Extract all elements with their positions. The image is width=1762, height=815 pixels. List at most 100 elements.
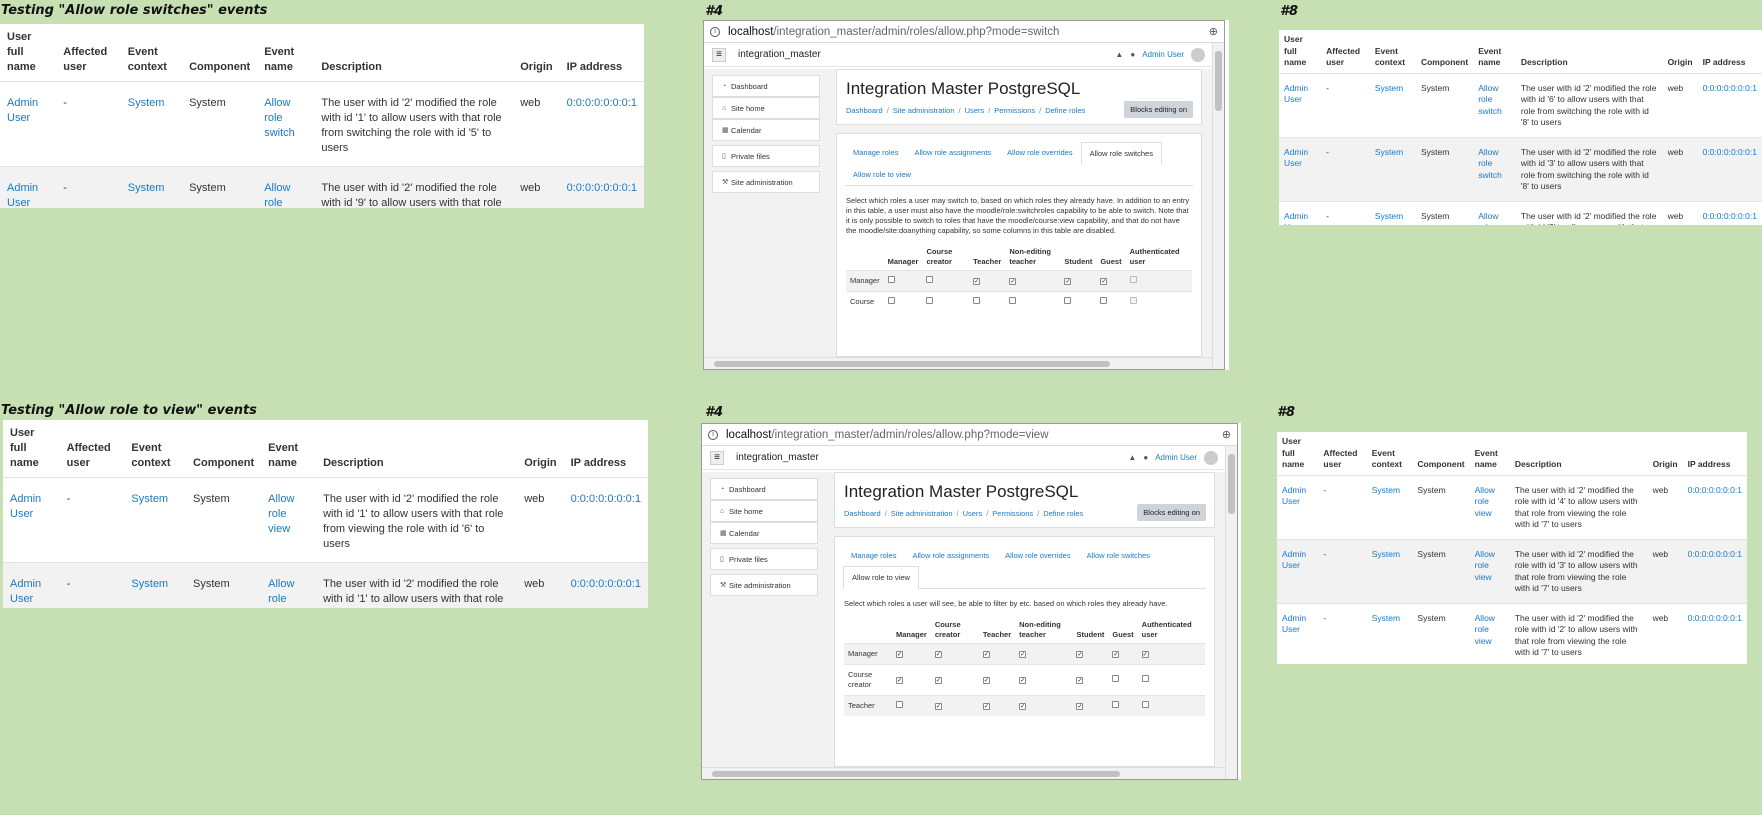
permission-checkbox[interactable] xyxy=(1112,701,1120,708)
nav-item[interactable]: ◔ Dashboard xyxy=(712,75,820,97)
permission-checkbox[interactable]: ✓ xyxy=(895,677,903,684)
event-name-link[interactable]: Allow role view xyxy=(268,493,294,535)
nav-item[interactable]: ▯ Private files xyxy=(710,548,818,570)
permission-checkbox[interactable]: ✓ xyxy=(1064,278,1072,285)
site-brand[interactable]: integration_master xyxy=(738,49,821,60)
permission-checkbox[interactable]: ✓ xyxy=(1019,677,1027,684)
event-context-link[interactable]: System xyxy=(1375,83,1403,93)
event-context-link[interactable]: System xyxy=(1375,147,1403,157)
horizontal-scrollbar[interactable] xyxy=(704,357,1212,369)
chat-icon[interactable]: ● xyxy=(1143,453,1148,462)
scrollbar-thumb[interactable] xyxy=(1215,51,1222,111)
event-name-link[interactable]: Allow role view xyxy=(1475,485,1495,518)
vertical-scrollbar[interactable] xyxy=(1212,43,1224,369)
permission-checkbox[interactable]: ✓ xyxy=(982,703,990,710)
address-bar[interactable]: i localhost/integration_master/admin/role… xyxy=(704,21,1224,43)
event-name-link[interactable]: Allow role switch xyxy=(1478,83,1502,116)
permission-checkbox[interactable] xyxy=(1009,297,1017,304)
event-name-link[interactable]: Allow role view xyxy=(1475,613,1495,646)
nav-item[interactable]: ▦ Calendar xyxy=(710,522,818,544)
chat-icon[interactable]: ● xyxy=(1130,50,1135,59)
ip-address-link[interactable]: 0:0:0:0:0:0:0:1 xyxy=(1703,211,1757,221)
zoom-icon[interactable]: ⊕ xyxy=(1222,428,1231,441)
permission-checkbox[interactable] xyxy=(1064,297,1072,304)
breadcrumb-item[interactable]: Site administration xyxy=(893,106,955,115)
permission-checkbox[interactable]: ✓ xyxy=(982,651,990,658)
event-name-link[interactable]: Allow role switch xyxy=(264,182,295,208)
permission-checkbox[interactable]: ✓ xyxy=(1141,651,1149,658)
user-link[interactable]: Admin User xyxy=(1282,485,1306,507)
permission-checkbox[interactable]: ✓ xyxy=(934,651,942,658)
permission-checkbox[interactable] xyxy=(1112,675,1120,682)
scrollbar-thumb[interactable] xyxy=(714,361,1111,367)
nav-item[interactable]: ⌂ Site home xyxy=(712,97,820,119)
permission-checkbox[interactable] xyxy=(973,297,981,304)
tab-3[interactable]: Allow role switches xyxy=(1080,142,1162,165)
event-context-link[interactable]: System xyxy=(131,493,168,505)
breadcrumb-item[interactable]: Users xyxy=(965,106,985,115)
bell-icon[interactable]: ▲ xyxy=(1115,50,1123,59)
nav-item[interactable]: ⚒ Site administration xyxy=(712,171,820,193)
ip-address-link[interactable]: 0:0:0:0:0:0:0:1 xyxy=(567,182,637,194)
permission-checkbox[interactable]: ✓ xyxy=(1100,278,1108,285)
ip-address-link[interactable]: 0:0:0:0:0:0:0:1 xyxy=(1688,613,1742,623)
user-link[interactable]: Admin User xyxy=(1282,613,1306,635)
event-context-link[interactable]: System xyxy=(1372,549,1400,559)
breadcrumb-item[interactable]: Site administration xyxy=(891,509,953,518)
permission-checkbox[interactable] xyxy=(1141,675,1149,682)
vertical-scrollbar[interactable] xyxy=(1225,446,1237,779)
ip-address-link[interactable]: 0:0:0:0:0:0:0:1 xyxy=(1703,147,1757,157)
user-link[interactable]: Admin User xyxy=(7,182,38,208)
user-link[interactable]: Admin User xyxy=(1284,211,1308,226)
event-name-link[interactable]: Allow role switch xyxy=(264,97,295,139)
user-link[interactable]: Admin User xyxy=(1284,147,1308,169)
permission-checkbox[interactable]: ✓ xyxy=(1019,651,1027,658)
permission-checkbox[interactable] xyxy=(887,297,895,304)
permission-checkbox[interactable]: ✓ xyxy=(1076,677,1084,684)
info-icon[interactable]: i xyxy=(708,429,718,440)
hamburger-menu-icon[interactable]: ≡ xyxy=(712,47,726,62)
breadcrumb-item[interactable]: Define roles xyxy=(1043,509,1083,518)
event-context-link[interactable]: System xyxy=(1375,211,1403,221)
event-context-link[interactable]: System xyxy=(128,97,165,109)
user-name-link[interactable]: Admin User xyxy=(1155,453,1197,462)
event-context-link[interactable]: System xyxy=(1372,613,1400,623)
tab-0[interactable]: Manage roles xyxy=(843,545,904,566)
tab-4[interactable]: Allow role to view xyxy=(843,566,919,589)
avatar[interactable] xyxy=(1203,450,1218,465)
permission-checkbox[interactable]: ✓ xyxy=(1019,703,1027,710)
breadcrumb-item[interactable]: Dashboard xyxy=(846,106,883,115)
nav-item[interactable]: ⌂ Site home xyxy=(710,500,818,522)
breadcrumb-item[interactable]: Define roles xyxy=(1045,106,1085,115)
permission-checkbox[interactable] xyxy=(926,276,934,283)
tab-2[interactable]: Allow role overrides xyxy=(997,545,1078,566)
permission-checkbox[interactable]: ✓ xyxy=(934,703,942,710)
user-link[interactable]: Admin User xyxy=(1282,549,1306,571)
breadcrumb-item[interactable]: Dashboard xyxy=(844,509,881,518)
permission-checkbox[interactable] xyxy=(1100,297,1108,304)
tab-1[interactable]: Allow role assignments xyxy=(904,545,997,566)
event-context-link[interactable]: System xyxy=(1372,485,1400,495)
ip-address-link[interactable]: 0:0:0:0:0:0:0:1 xyxy=(567,97,637,109)
user-link[interactable]: Admin User xyxy=(7,97,38,124)
breadcrumb-item[interactable]: Permissions xyxy=(994,106,1035,115)
user-link[interactable]: Admin User xyxy=(10,493,41,520)
permission-checkbox[interactable] xyxy=(1141,701,1149,708)
breadcrumb-item[interactable]: Users xyxy=(963,509,983,518)
permission-checkbox[interactable]: ✓ xyxy=(895,651,903,658)
tab-3[interactable]: Allow role switches xyxy=(1079,545,1158,566)
address-bar[interactable]: i localhost/integration_master/admin/role… xyxy=(702,424,1237,446)
zoom-icon[interactable]: ⊕ xyxy=(1209,25,1218,38)
permission-checkbox[interactable]: ✓ xyxy=(1112,651,1120,658)
permission-checkbox[interactable]: ✓ xyxy=(982,677,990,684)
ip-address-link[interactable]: 0:0:0:0:0:0:0:1 xyxy=(1688,485,1742,495)
horizontal-scrollbar[interactable] xyxy=(702,767,1225,779)
user-link[interactable]: Admin User xyxy=(1284,83,1308,105)
ip-address-link[interactable]: 0:0:0:0:0:0:0:1 xyxy=(571,578,641,590)
user-link[interactable]: Admin User xyxy=(10,578,41,605)
tab-1[interactable]: Allow role assignments xyxy=(906,142,999,164)
nav-item[interactable]: ⚒ Site administration xyxy=(710,574,818,596)
ip-address-link[interactable]: 0:0:0:0:0:0:0:1 xyxy=(1703,83,1757,93)
nav-item[interactable]: ◔ Dashboard xyxy=(710,478,818,500)
scrollbar-thumb[interactable] xyxy=(712,771,1120,777)
